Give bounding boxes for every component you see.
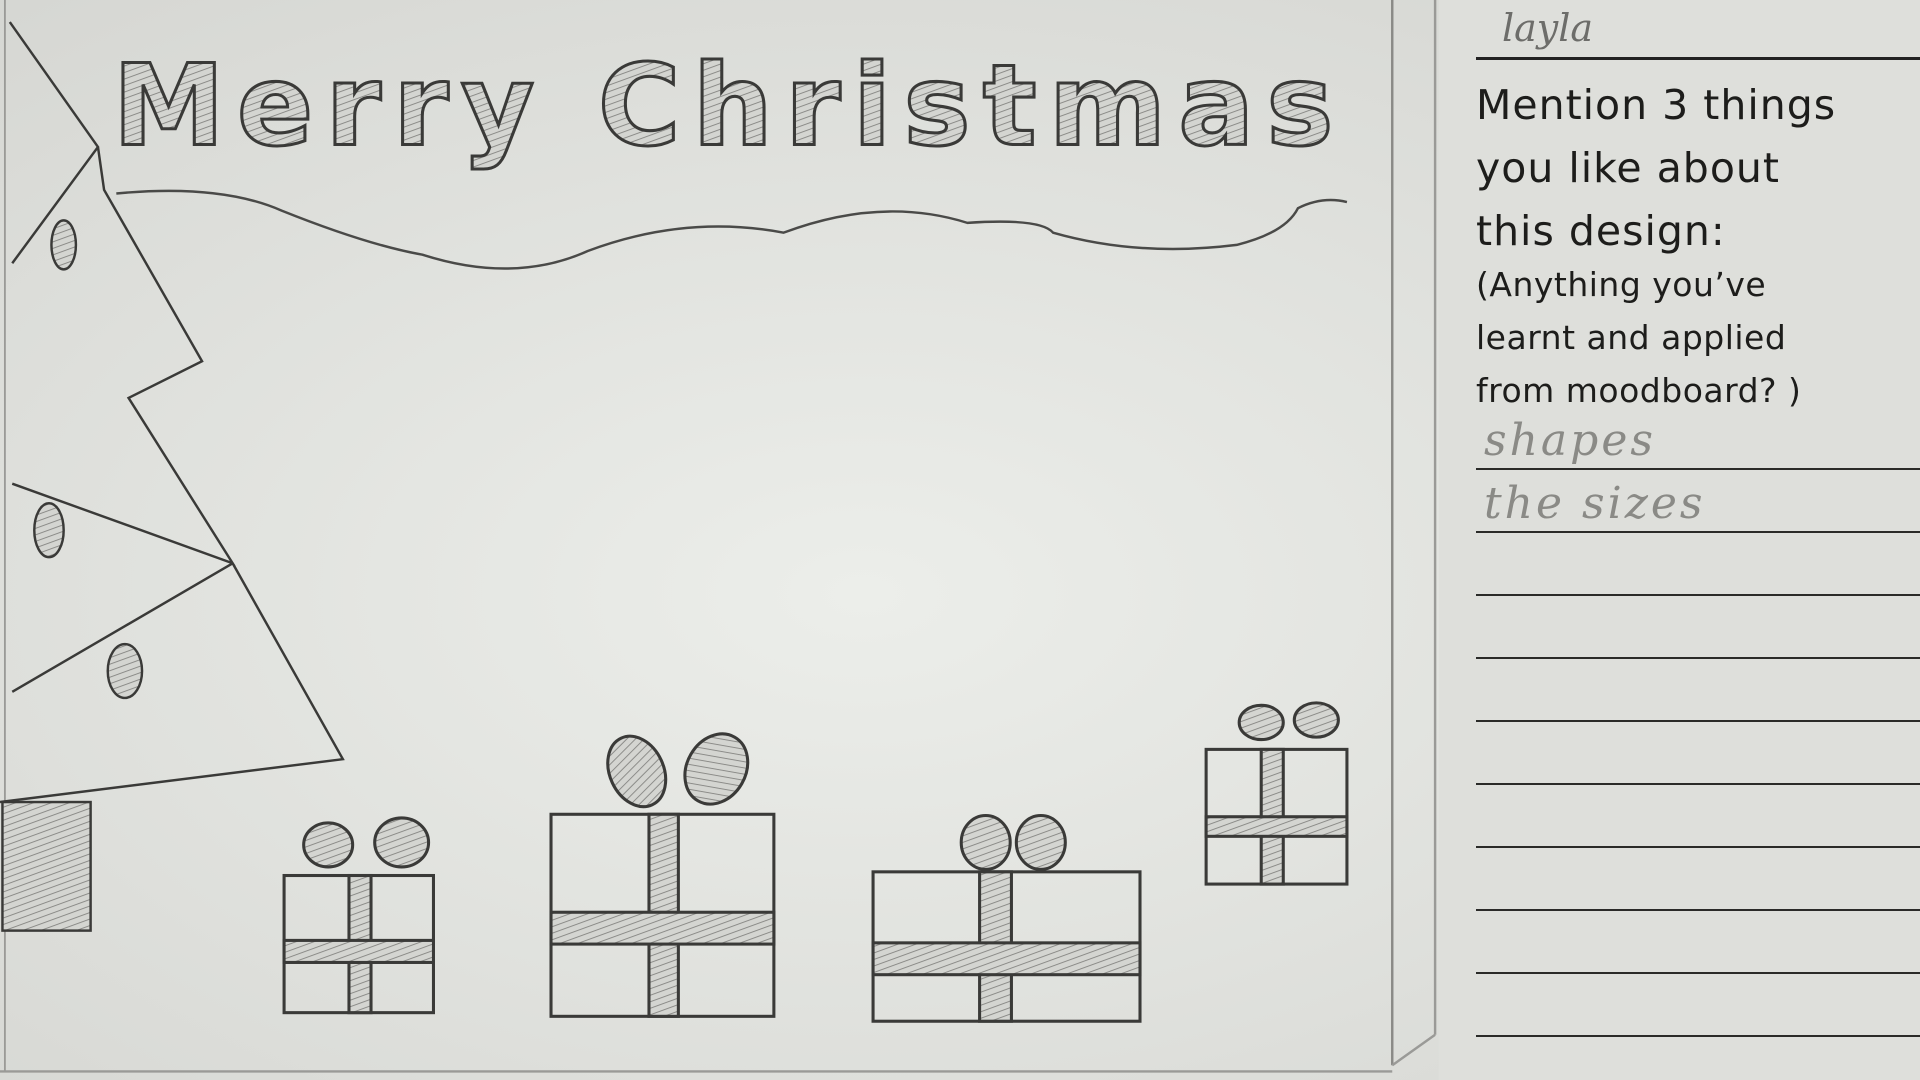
question-hint: (Anything you’ve learnt and applied from… [1476, 258, 1801, 417]
answer-line [1476, 846, 1920, 848]
answer-line [1476, 783, 1920, 785]
hint-line: from moodboard? ) [1476, 371, 1802, 410]
answer-line [1476, 594, 1920, 596]
answer-line [1476, 909, 1920, 911]
feedback-worksheet: layla Mention 3 things you like about th… [1476, 0, 1920, 1080]
answer-line [1476, 972, 1920, 974]
answer-2: the sizes [1484, 478, 1706, 529]
answer-1: shapes [1484, 415, 1656, 466]
question-line: Mention 3 things [1476, 81, 1837, 129]
merry-christmas-lettering: Merry Christmas [113, 39, 1331, 171]
student-name: layla [1502, 6, 1594, 50]
answer-line [1476, 720, 1920, 722]
answer-line [1476, 531, 1920, 533]
question-line: you like about [1476, 144, 1780, 192]
answer-line [1476, 1035, 1920, 1037]
answer-line [1476, 657, 1920, 659]
question-line: this design: [1476, 207, 1726, 255]
name-line [1476, 57, 1920, 60]
hint-line: (Anything you’ve [1476, 265, 1767, 304]
hint-line: learnt and applied [1476, 318, 1787, 357]
question-heading: Mention 3 things you like about this des… [1476, 74, 1836, 263]
answer-line [1476, 468, 1920, 470]
